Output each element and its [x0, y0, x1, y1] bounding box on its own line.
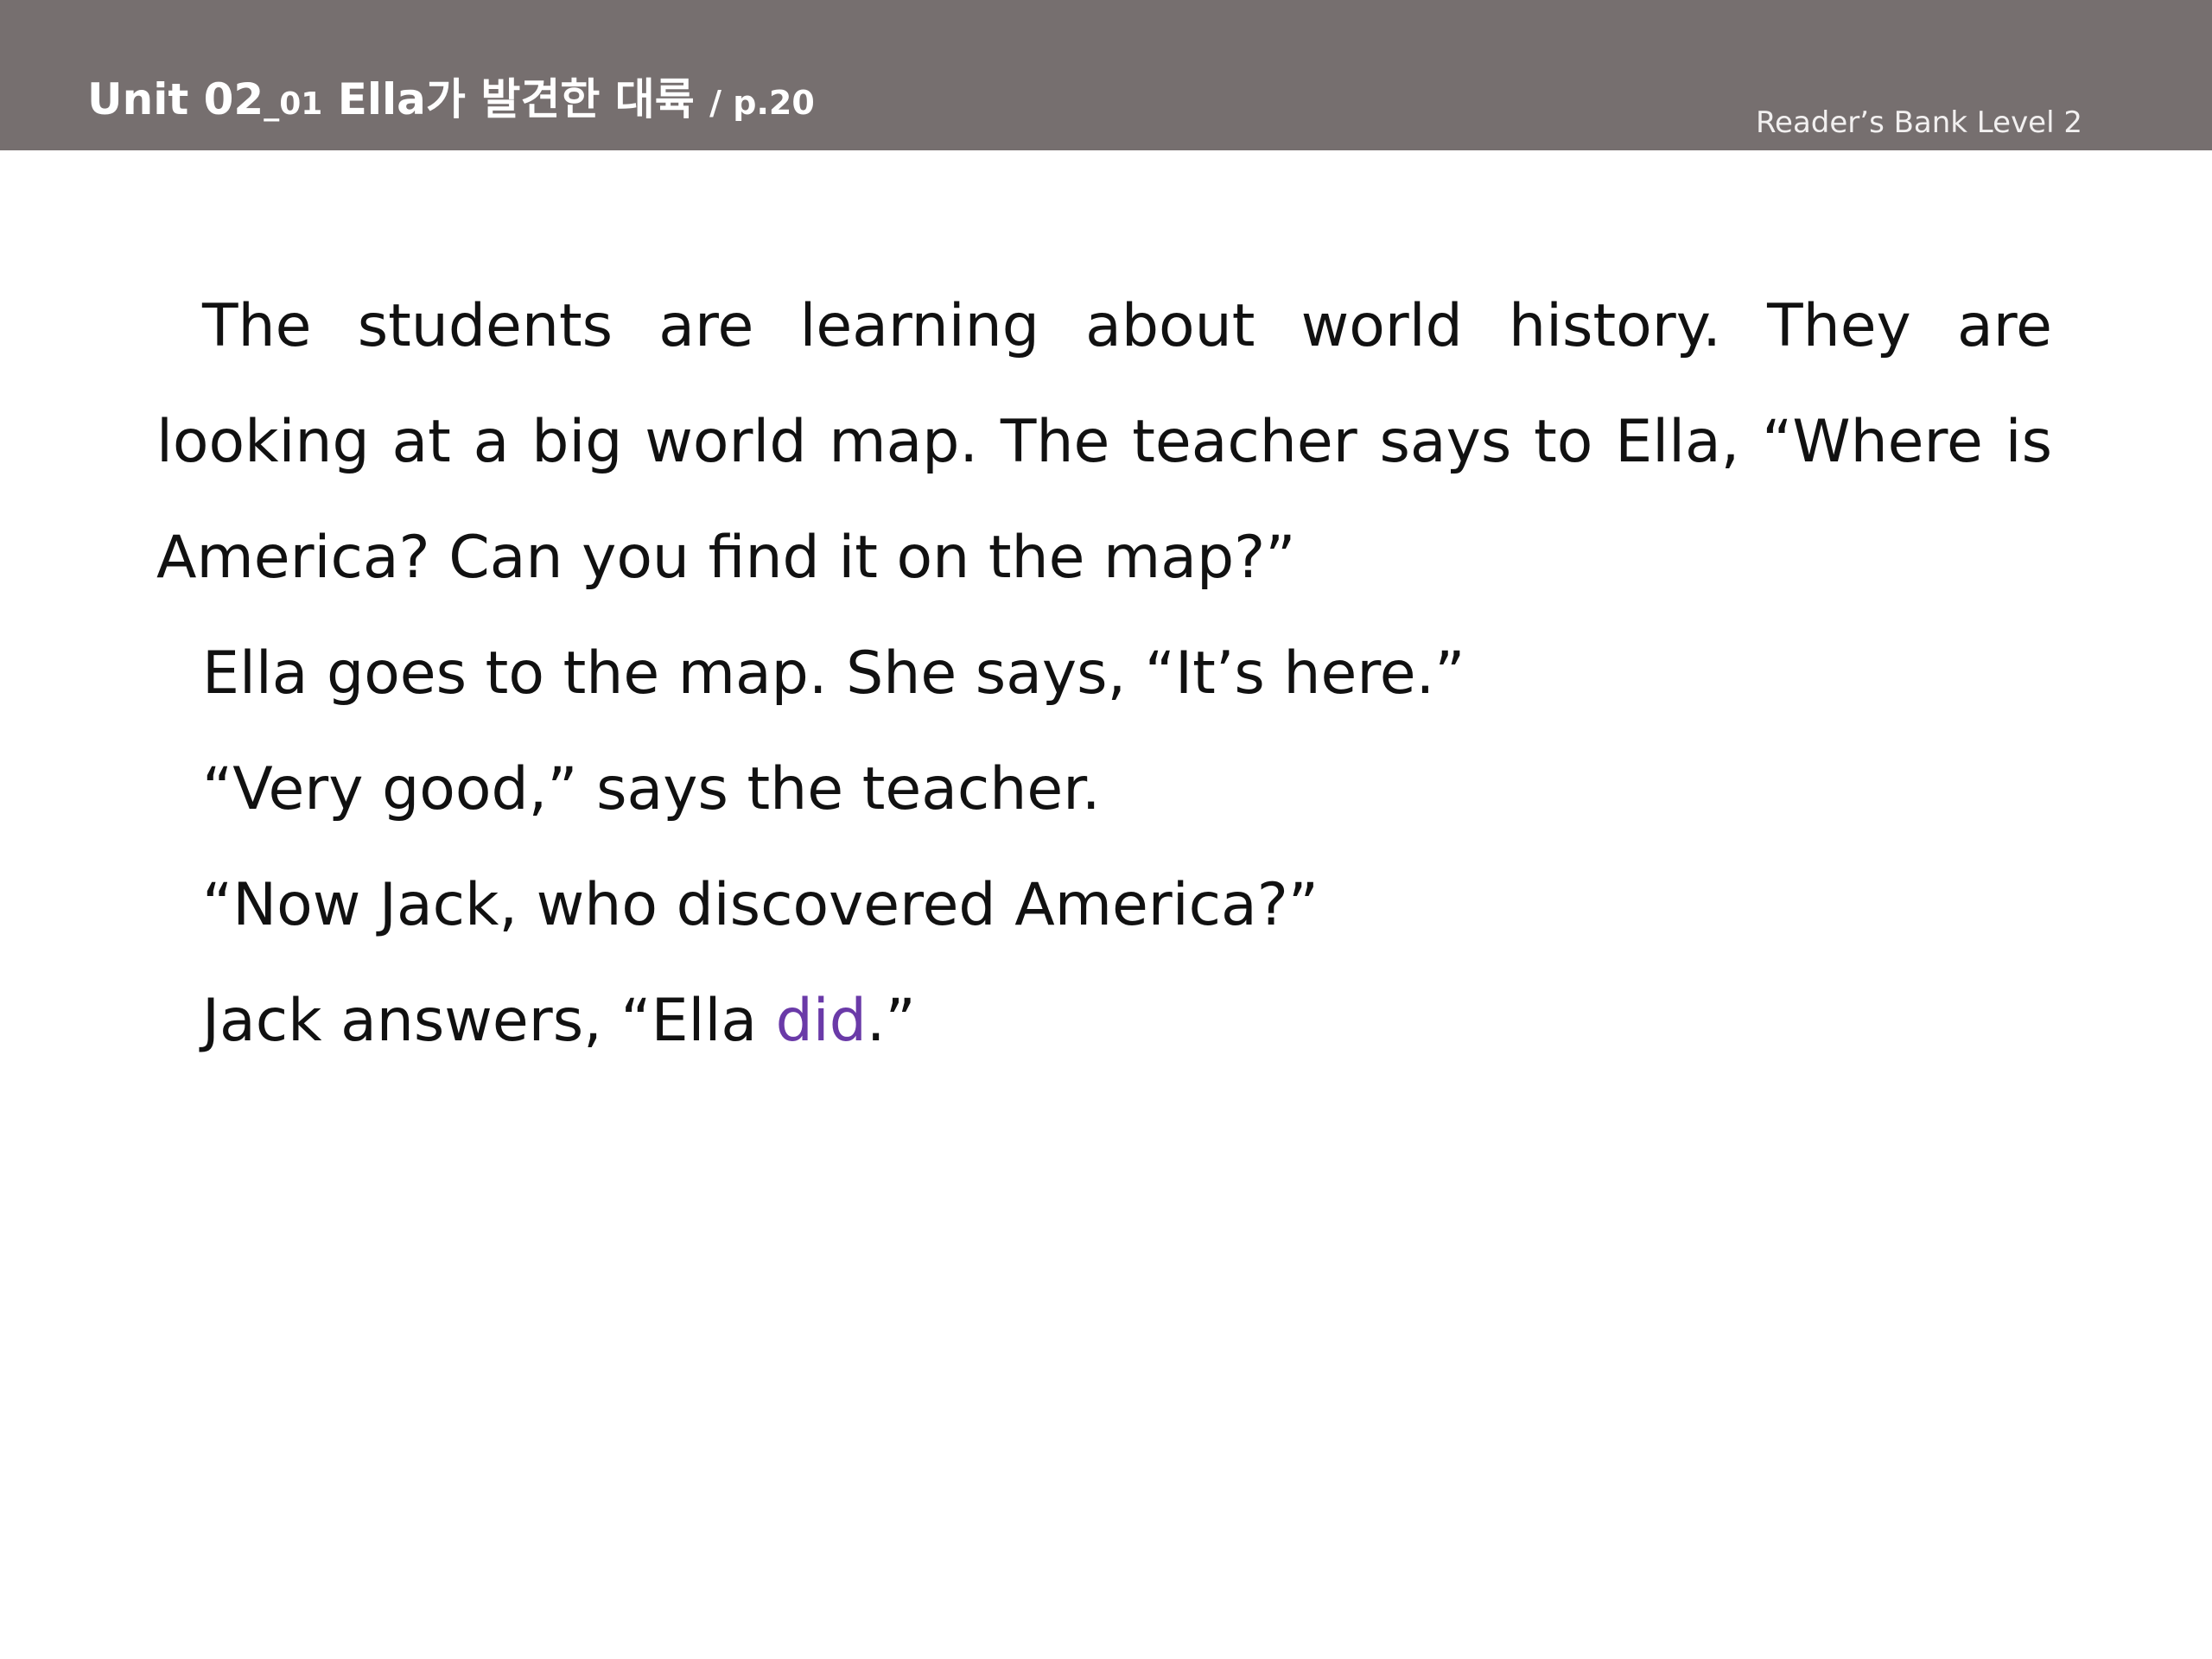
- highlighted-word: did: [775, 987, 867, 1055]
- slide: Unit 02_01 Ella가 발견한 대륙 / p.20 Reader’s …: [0, 0, 2212, 1659]
- series-label: Reader’s Bank Level 2: [1755, 105, 2082, 140]
- unit-sub-number: _01: [264, 86, 323, 122]
- paragraph-3: “Very good,” says the teacher.: [202, 755, 1101, 823]
- page-reference: / p.20: [709, 84, 815, 122]
- lesson-name: Ella가 발견한 대륙: [322, 74, 710, 124]
- header-bar: Unit 02_01 Ella가 발견한 대륙 / p.20 Reader’s …: [0, 0, 2212, 150]
- paragraph-5: Jack answers, “Ella did.”: [156, 963, 2052, 1079]
- lesson-title: Unit 02_01 Ella가 발견한 대륙 / p.20: [87, 69, 815, 135]
- reading-passage: The students are learning about world hi…: [156, 269, 2052, 1079]
- paragraph-1: The students are learning about world hi…: [156, 292, 2052, 592]
- paragraph-5-end: .”: [866, 987, 916, 1055]
- paragraph-4: “Now Jack, who discovered America?”: [202, 871, 1319, 939]
- paragraph-2: Ella goes to the map. She says, “It’s he…: [202, 639, 1465, 708]
- paragraph-5-text: Jack answers, “Ella: [202, 987, 776, 1055]
- unit-number: Unit 02: [87, 74, 264, 124]
